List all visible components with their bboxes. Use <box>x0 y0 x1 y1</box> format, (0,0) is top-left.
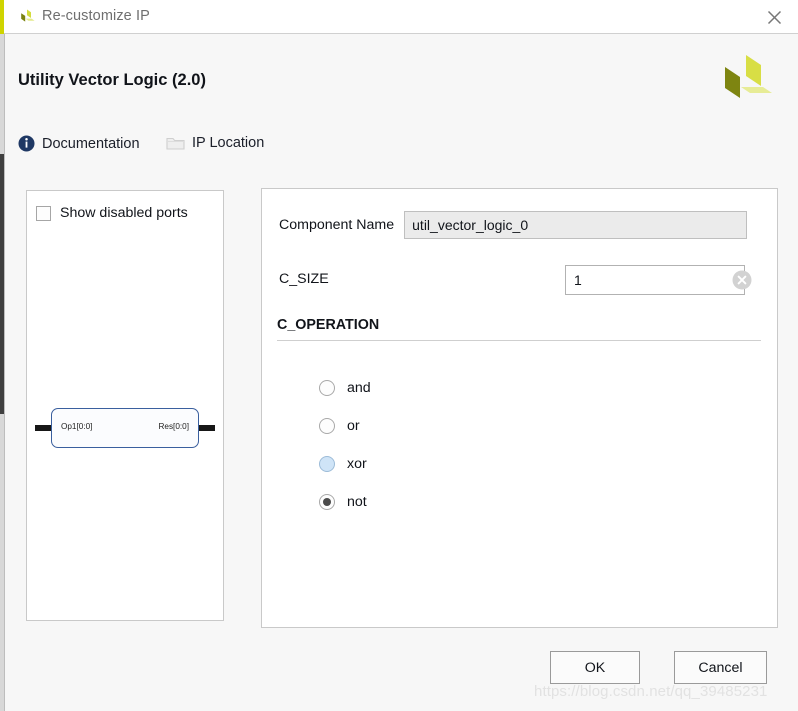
re-customize-ip-dialog: Re-customize IP Utility Vector Logic (2.… <box>0 0 798 711</box>
radio-label-xor: xor <box>347 456 367 472</box>
radio-label-and: and <box>347 380 371 396</box>
documentation-link[interactable]: Documentation <box>18 135 140 152</box>
radio-button-xor[interactable] <box>319 456 335 472</box>
c-size-field: C_SIZE 1 <box>279 265 762 295</box>
xilinx-pinwheel-icon <box>18 8 36 26</box>
component-name-label: Component Name <box>279 217 395 233</box>
title-bar: Re-customize IP <box>0 0 798 34</box>
dialog-footer: OK Cancel <box>0 648 798 711</box>
c-operation-section: C_OPERATION <box>277 317 761 341</box>
ok-button[interactable]: OK <box>550 651 640 684</box>
radio-label-not: not <box>347 494 367 510</box>
c-operation-radio-group: and or xor not <box>319 369 371 521</box>
radio-option-not[interactable]: not <box>319 483 371 521</box>
header-links: Documentation IP Location <box>18 135 286 159</box>
ip-config-panel: Component Name util_vector_logic_0 C_SIZ… <box>261 188 778 628</box>
window-title: Re-customize IP <box>42 8 150 24</box>
output-port-label: Res[0:0] <box>158 422 190 431</box>
component-name-field: Component Name util_vector_logic_0 <box>279 211 748 239</box>
ip-location-link[interactable]: IP Location <box>166 135 264 151</box>
title-bar-accent <box>0 0 4 34</box>
show-disabled-ports-label: Show disabled ports <box>60 205 188 221</box>
component-name-input[interactable]: util_vector_logic_0 <box>404 211 748 239</box>
ip-header: Utility Vector Logic (2.0) Documentation <box>5 35 798 165</box>
section-divider <box>277 340 761 341</box>
xilinx-logo <box>716 53 774 105</box>
radio-button-and[interactable] <box>319 380 335 396</box>
ip-symbol-panel: Show disabled ports Op1[0:0] Res[0:0] <box>26 190 224 621</box>
scrollbar-thumb[interactable] <box>0 154 4 414</box>
c-operation-title: C_OPERATION <box>277 317 380 333</box>
radio-option-and[interactable]: and <box>319 369 371 407</box>
output-pin <box>197 425 215 431</box>
radio-label-or: or <box>347 418 360 434</box>
ip-location-link-label: IP Location <box>191 135 265 151</box>
cancel-button[interactable]: Cancel <box>674 651 767 684</box>
radio-button-not[interactable] <box>319 494 335 510</box>
clear-circle-icon[interactable] <box>731 269 753 291</box>
input-port-label: Op1[0:0] <box>61 422 93 431</box>
ip-block-body: Op1[0:0] Res[0:0] <box>51 408 199 448</box>
radio-option-xor[interactable]: xor <box>319 445 371 483</box>
info-icon <box>18 135 35 152</box>
close-icon[interactable] <box>760 4 788 30</box>
radio-button-or[interactable] <box>319 418 335 434</box>
page-title: Utility Vector Logic (2.0) <box>18 71 206 89</box>
documentation-link-label: Documentation <box>42 135 140 152</box>
ip-block-symbol: Op1[0:0] Res[0:0] <box>35 406 215 450</box>
c-size-label: C_SIZE <box>279 271 329 287</box>
checkbox-box[interactable] <box>36 205 51 221</box>
c-size-input[interactable]: 1 <box>565 265 745 295</box>
show-disabled-ports-checkbox[interactable]: Show disabled ports <box>36 205 188 221</box>
radio-option-or[interactable]: or <box>319 407 371 445</box>
folder-icon <box>166 135 185 151</box>
